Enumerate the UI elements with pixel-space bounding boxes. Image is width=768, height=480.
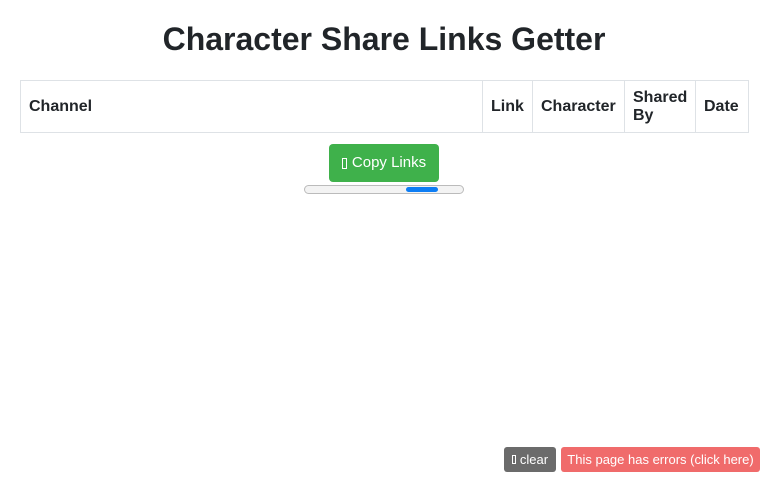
table-header: Channel Link Character Shared By Date: [20, 80, 749, 133]
column-header-channel[interactable]: Channel: [20, 80, 483, 133]
loading-progress-fill: [406, 187, 438, 192]
column-header-link[interactable]: Link: [482, 80, 533, 133]
links-table: Channel Link Character Shared By Date: [20, 80, 749, 133]
column-header-date[interactable]: Date: [695, 80, 749, 133]
page-title: Character Share Links Getter: [162, 21, 606, 57]
table-header-row: Channel Link Character Shared By Date: [20, 80, 749, 133]
copy-links-label: Copy Links: [351, 154, 427, 171]
loading-progress-bar: [304, 185, 464, 194]
copy-icon: [341, 157, 347, 169]
page: Character Share Links Getter Channel Lin…: [0, 0, 768, 480]
page-errors-button[interactable]: This page has errors (click here): [561, 447, 760, 472]
column-header-shared-by[interactable]: Shared By: [624, 80, 696, 133]
column-header-character[interactable]: Character: [532, 80, 625, 133]
trash-icon: [511, 455, 516, 464]
clear-button[interactable]: clear: [504, 447, 556, 472]
links-table-container: Channel Link Character Shared By Date: [20, 80, 749, 133]
copy-links-button[interactable]: Copy Links: [329, 144, 439, 182]
clear-label: clear: [519, 452, 549, 467]
